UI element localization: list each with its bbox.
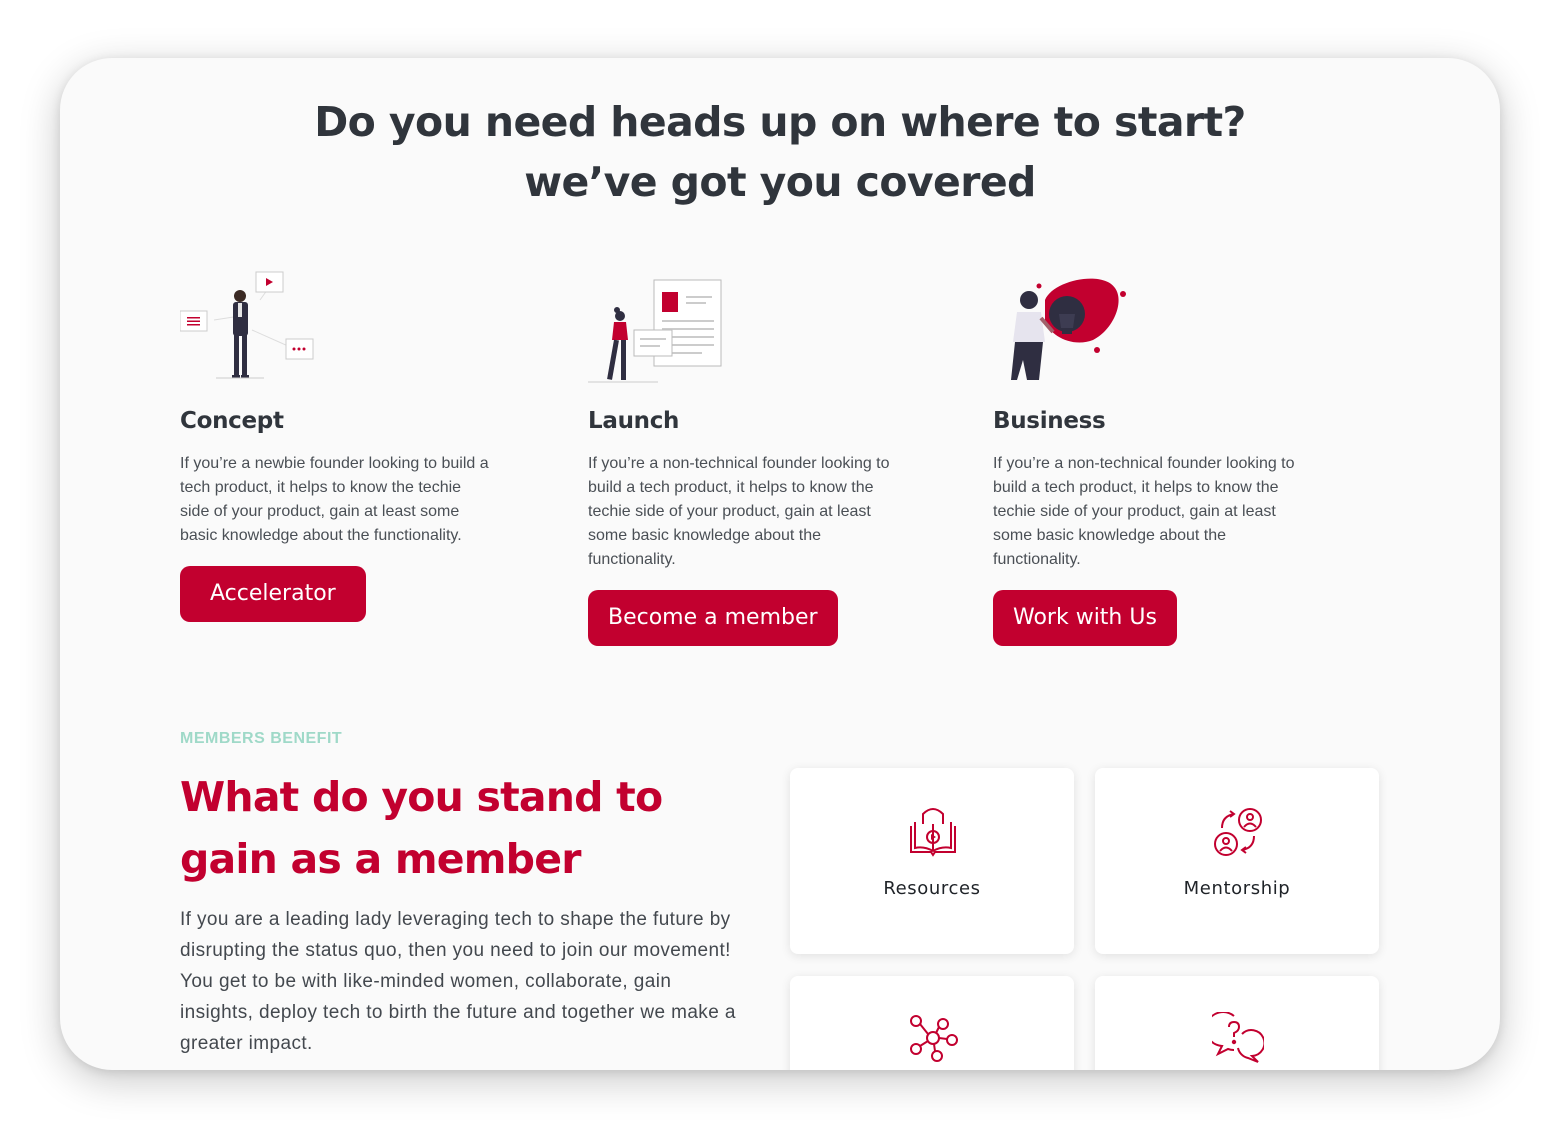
- members-benefit-eyebrow: MEMBERS BENEFIT: [180, 730, 343, 747]
- benefits-text: If you are a leading lady leveraging tec…: [180, 909, 736, 1054]
- card-mentorship[interactable]: Mentorship: [1095, 768, 1379, 954]
- launch-title: Launch: [588, 408, 680, 434]
- launch-text: If you’re a non-technical founder lookin…: [588, 455, 890, 568]
- concept-illustration: [179, 270, 500, 396]
- card-mentorship-label: Mentorship: [1183, 878, 1291, 899]
- card-network[interactable]: [790, 976, 1074, 1070]
- benefits-title: What do you stand to gain as a member: [180, 773, 663, 883]
- launch-illustration: [588, 270, 908, 396]
- business-illustration: [993, 270, 1313, 396]
- business-text: If you’re a non-technical founder lookin…: [993, 455, 1295, 568]
- concept-text: If you’re a newbie founder looking to bu…: [180, 455, 489, 544]
- work-with-us-button[interactable]: Work with Us: [993, 590, 1177, 646]
- business-column: Business If you’re a non-technical found…: [993, 270, 1313, 646]
- mentorship-icon: [1212, 806, 1264, 858]
- become-member-button[interactable]: Become a member: [588, 590, 838, 646]
- accelerator-button[interactable]: Accelerator: [180, 566, 366, 622]
- network-icon: [907, 1012, 959, 1064]
- hero-title: Do you need heads up on where to start? …: [60, 92, 1500, 212]
- concept-title: Concept: [180, 408, 284, 434]
- card-resources-label: Resources: [883, 878, 981, 899]
- concept-column: Concept If you’re a newbie founder looki…: [179, 270, 500, 622]
- page-frame: Do you need heads up on where to start? …: [60, 58, 1500, 1070]
- launch-column: Launch If you’re a non-technical founder…: [588, 270, 908, 646]
- card-questions[interactable]: [1095, 976, 1379, 1070]
- hero-title-line2: we’ve got you covered: [524, 158, 1036, 206]
- card-resources[interactable]: Resources: [790, 768, 1074, 954]
- business-title: Business: [993, 408, 1106, 434]
- question-chat-icon: [1205, 1011, 1266, 1064]
- book-video-icon: [907, 806, 959, 858]
- hero-title-line1: Do you need heads up on where to start?: [314, 98, 1246, 146]
